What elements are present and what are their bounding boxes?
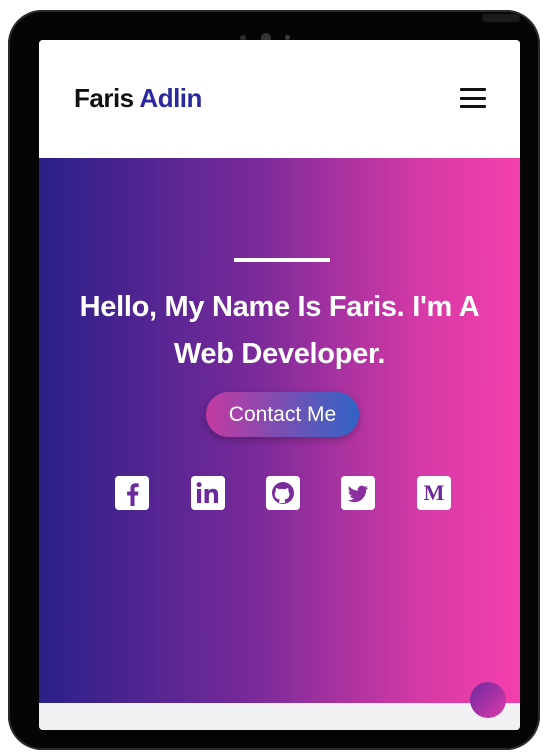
hamburger-bar	[460, 105, 486, 108]
logo-last-name: Adlin	[139, 83, 202, 113]
hamburger-bar	[460, 96, 486, 100]
medium-icon-glyph: M	[423, 480, 445, 505]
twitter-icon[interactable]	[341, 476, 375, 510]
hero-divider	[234, 258, 330, 262]
linkedin-icon[interactable]	[191, 476, 225, 510]
screen: Faris Adlin Hello, My Name Is Faris. I'm…	[39, 40, 520, 730]
facebook-icon[interactable]	[115, 476, 149, 510]
social-links: M	[39, 476, 520, 512]
medium-icon[interactable]: M	[417, 476, 451, 510]
hero-title: Hello, My Name Is Faris. I'm A Web Devel…	[79, 291, 480, 370]
tablet-frame: Faris Adlin Hello, My Name Is Faris. I'm…	[8, 10, 540, 750]
hamburger-menu-icon[interactable]	[460, 88, 486, 108]
hamburger-bar	[460, 88, 486, 91]
site-logo[interactable]: Faris Adlin	[74, 83, 202, 114]
contact-me-button[interactable]: Contact Me	[206, 392, 359, 437]
scroll-top-button[interactable]	[470, 682, 506, 718]
tablet-side-button	[482, 14, 520, 22]
github-icon[interactable]	[266, 476, 300, 510]
hero-section: Hello, My Name Is Faris. I'm A Web Devel…	[39, 158, 520, 703]
next-section-edge	[39, 703, 520, 730]
site-header: Faris Adlin	[39, 40, 520, 158]
logo-first-name: Faris	[74, 83, 134, 113]
